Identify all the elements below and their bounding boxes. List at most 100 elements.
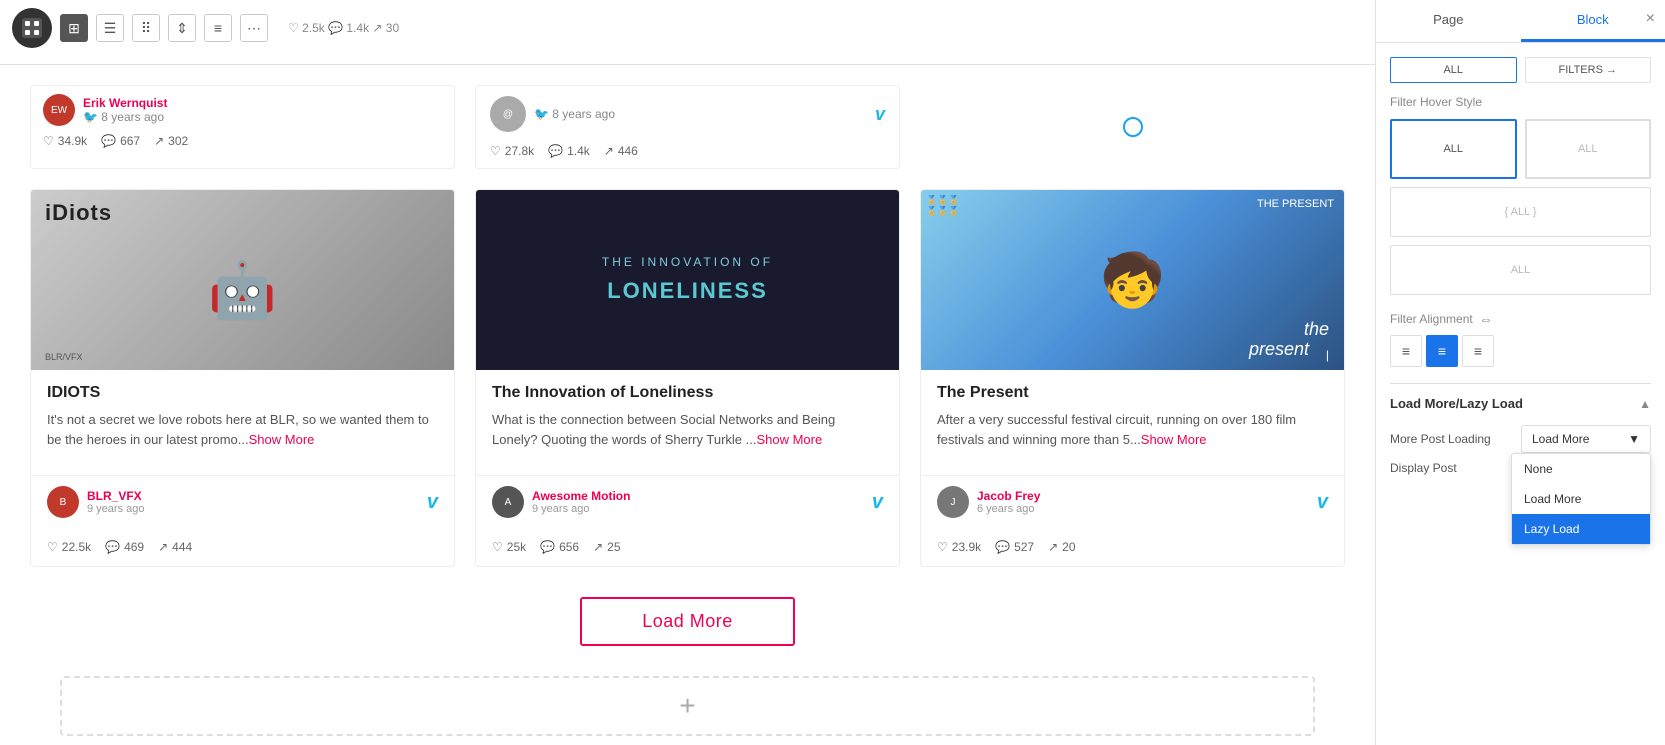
- erik-name: Erik Wernquist: [83, 96, 167, 110]
- filter-hover-style-section: Filter Hover Style ALL ALL { ALL } ALL: [1390, 95, 1651, 295]
- top-partial-row: EW Erik Wernquist 🐦 8 years ago ♡ 34.9k …: [30, 85, 1345, 169]
- loneliness-vimeo-icon: v: [872, 491, 883, 514]
- toolbar-arrows-icon[interactable]: ⇕: [168, 14, 196, 42]
- load-more-button[interactable]: Load More: [580, 597, 795, 646]
- center-time: 🐦 8 years ago: [534, 107, 615, 121]
- toolbar-stats: ♡ 2.5k 💬 1.4k ↗ 30: [288, 21, 399, 35]
- robot-figure: 🤖: [208, 258, 276, 323]
- center-partial-card: @ 🐦 8 years ago v ♡ 27.8k 💬 1.4k ↗ 446: [475, 85, 900, 169]
- more-post-loading-dropdown[interactable]: Load More ▼: [1521, 425, 1651, 453]
- align-center-btn[interactable]: ≡: [1426, 335, 1458, 367]
- toolbar-grid-icon[interactable]: ⊞: [60, 14, 88, 42]
- idiots-thumb-meta: BLR/VFX: [45, 352, 83, 362]
- cards-section: EW Erik Wernquist 🐦 8 years ago ♡ 34.9k …: [0, 65, 1375, 745]
- filters-arrow-btn[interactable]: FILTERS →: [1525, 57, 1652, 83]
- loneliness-title: The Innovation of Loneliness: [492, 384, 883, 402]
- present-laurels: 🏅🏅🏅🏅🏅🏅: [926, 195, 960, 217]
- loneliness-thumb-title: LONELiNESS: [607, 277, 768, 306]
- idiots-thumb-brand: iDiots: [45, 200, 112, 225]
- card-loneliness: THE INNOVATION OF LONELiNESS The Innovat…: [475, 189, 900, 567]
- present-label: present: [1249, 339, 1309, 360]
- present-desc: After a very successful festival circuit…: [937, 410, 1328, 449]
- present-stats: ♡ 23.9k 💬 527 ↗ 20: [921, 534, 1344, 566]
- add-block-row[interactable]: +: [60, 676, 1315, 736]
- tab-page[interactable]: Page: [1376, 0, 1521, 42]
- filter-alignment-section: Filter Alignment ⇔ ≡ ≡ ≡: [1390, 311, 1651, 367]
- right-panel: Page Block × ALL FILTERS → Filter Hover …: [1375, 0, 1665, 745]
- idiots-body: IDIOTS It's not a secret we love robots …: [31, 370, 454, 475]
- present-cursor: |: [1326, 348, 1329, 362]
- erik-avatar: EW: [43, 94, 75, 126]
- dropdown-menu: None Load More Lazy Load: [1511, 453, 1651, 545]
- more-post-loading-dropdown-container: Load More ▼ None Load More Lazy Load: [1521, 425, 1651, 453]
- panel-close-button[interactable]: ×: [1646, 10, 1655, 28]
- align-left-btn[interactable]: ≡: [1390, 335, 1422, 367]
- filter-hover-preview-row2: ALL: [1390, 245, 1651, 295]
- tab-block[interactable]: Block: [1521, 0, 1665, 42]
- toolbar-rss-icon[interactable]: ☰: [96, 14, 124, 42]
- lazy-load-title: Load More/Lazy Load ▲: [1390, 396, 1651, 411]
- present-author-avatar: J: [937, 486, 969, 518]
- loneliness-author-avatar: A: [492, 486, 524, 518]
- loading-area: [920, 85, 1345, 169]
- present-footer: J Jacob Frey 6 years ago v: [921, 475, 1344, 528]
- all-filters-row: ALL FILTERS →: [1390, 57, 1651, 83]
- toolbar-more-icon[interactable]: ⋯: [240, 14, 268, 42]
- loneliness-thumbnail: THE INNOVATION OF LONELiNESS: [476, 190, 899, 370]
- loneliness-show-more[interactable]: Show More: [756, 432, 822, 447]
- present-thumbnail: 🏅🏅🏅🏅🏅🏅 THE PRESENT 🧒 the present |: [921, 190, 1344, 370]
- present-show-more[interactable]: Show More: [1141, 432, 1207, 447]
- idiots-show-more[interactable]: Show More: [249, 432, 315, 447]
- present-character: 🧒: [1100, 250, 1165, 311]
- filter-hover-preview-row1: ALL ALL: [1390, 119, 1651, 179]
- dropdown-none[interactable]: None: [1512, 454, 1650, 484]
- loneliness-body: The Innovation of Loneliness What is the…: [476, 370, 899, 475]
- idiots-stats: ♡ 22.5k 💬 469 ↗ 444: [31, 534, 454, 566]
- load-more-container: Load More: [30, 597, 1345, 646]
- plus-icon: +: [679, 690, 695, 722]
- filter-hover-box4[interactable]: ALL: [1390, 245, 1651, 295]
- filter-hover-box1[interactable]: ALL: [1390, 119, 1517, 179]
- present-author-time: 6 years ago: [977, 503, 1040, 515]
- filter-hover-box3[interactable]: { ALL }: [1390, 187, 1651, 237]
- center-vimeo-icon: v: [875, 104, 885, 125]
- present-title: The Present: [937, 384, 1328, 402]
- dropdown-lazy-load[interactable]: Lazy Load: [1512, 514, 1650, 544]
- loneliness-author-time: 9 years ago: [532, 503, 630, 515]
- erik-time: 🐦 8 years ago: [83, 110, 167, 124]
- lazy-chevron-icon: ▲: [1639, 397, 1651, 411]
- panel-body: ALL FILTERS → Filter Hover Style ALL ALL…: [1376, 43, 1665, 745]
- filter-hover-box2[interactable]: ALL: [1525, 119, 1652, 179]
- toolbar-drag-icon[interactable]: ⠿: [132, 14, 160, 42]
- erik-shares: ↗ 302: [154, 134, 188, 148]
- dropdown-load-more[interactable]: Load More: [1512, 484, 1650, 514]
- loneliness-stats: ♡ 25k 💬 656 ↗ 25: [476, 534, 899, 566]
- present-vimeo-icon: v: [1317, 491, 1328, 514]
- erik-comments: 💬 667: [101, 134, 140, 148]
- all-filter-btn[interactable]: ALL: [1390, 57, 1517, 83]
- toolbar: ⊞ ☰ ⠿ ⇕ ≡ ⋯ ♡ 2.5k 💬 1.4k ↗ 30: [0, 0, 1375, 65]
- idiots-title: IDIOTS: [47, 384, 438, 402]
- present-banner: THE PRESENT: [1257, 198, 1334, 210]
- filter-alignment-title: Filter Alignment ⇔: [1390, 311, 1651, 327]
- more-post-loading-label: More Post Loading: [1390, 432, 1491, 446]
- idiots-author-time: 9 years ago: [87, 503, 144, 515]
- idiots-vimeo-icon: v: [427, 491, 438, 514]
- toolbar-menu-icon[interactable]: ≡: [204, 14, 232, 42]
- present-body: The Present After a very successful fest…: [921, 370, 1344, 475]
- idiots-thumbnail: iDiots 🤖 BLR/VFX: [31, 190, 454, 370]
- alignment-buttons: ≡ ≡ ≡: [1390, 335, 1651, 367]
- toolbar-avatar: [12, 8, 52, 48]
- erik-stats: ♡ 34.9k 💬 667 ↗ 302: [43, 134, 442, 148]
- main-content-area: ⊞ ☰ ⠿ ⇕ ≡ ⋯ ♡ 2.5k 💬 1.4k ↗ 30 EW Erik W…: [0, 0, 1375, 745]
- card-present: 🏅🏅🏅🏅🏅🏅 THE PRESENT 🧒 the present | The P…: [920, 189, 1345, 567]
- lazy-load-section: Load More/Lazy Load ▲ More Post Loading …: [1390, 383, 1651, 475]
- dropdown-chevron-icon: ▼: [1628, 432, 1640, 446]
- idiots-author-name: BLR_VFX: [87, 489, 144, 503]
- center-stats: ♡ 27.8k 💬 1.4k ↗ 446: [490, 144, 885, 158]
- idiots-desc: It's not a secret we love robots here at…: [47, 410, 438, 449]
- idiots-footer: B BLR_VFX 9 years ago v: [31, 475, 454, 528]
- align-right-btn[interactable]: ≡: [1462, 335, 1494, 367]
- present-author-name: Jacob Frey: [977, 489, 1040, 503]
- main-cards-grid: iDiots 🤖 BLR/VFX IDIOTS It's not a secre…: [30, 189, 1345, 567]
